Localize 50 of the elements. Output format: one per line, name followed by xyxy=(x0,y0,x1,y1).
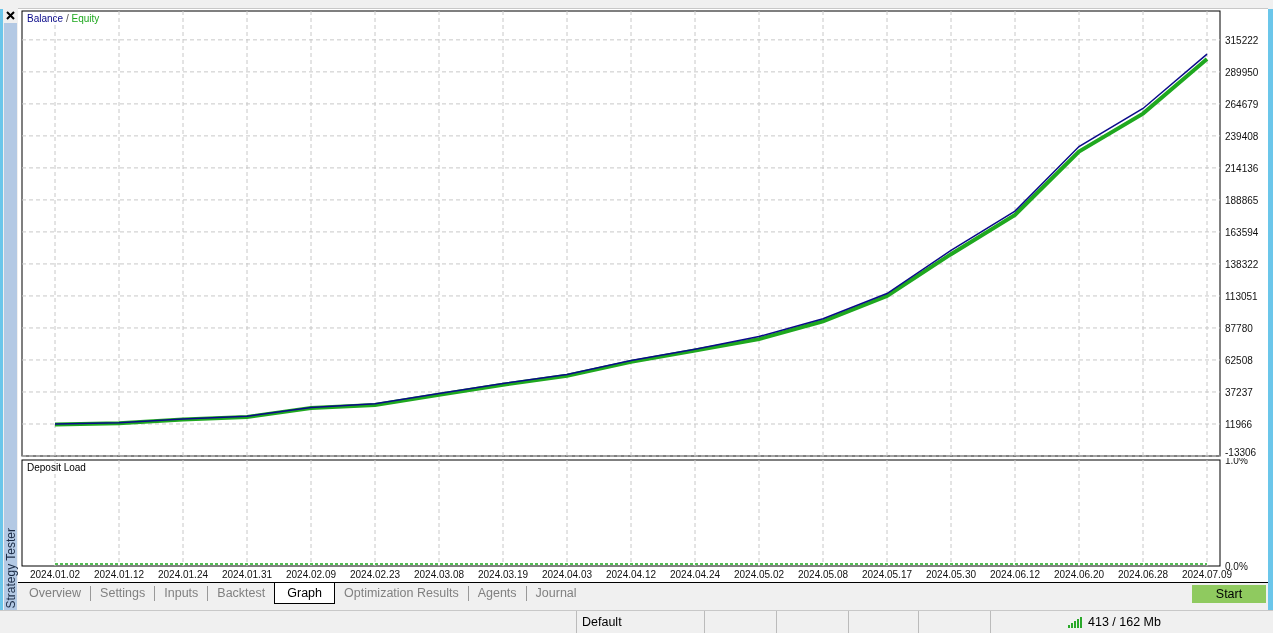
axis-tick-label: 2024.03.19 xyxy=(477,569,529,580)
tab[interactable]: Settings xyxy=(90,586,155,601)
close-icon[interactable] xyxy=(6,11,15,20)
axis-tick-label: 264679 xyxy=(1225,98,1259,110)
axis-tick-label: 2024.05.02 xyxy=(733,569,785,580)
axis-tick-label: 2024.07.09 xyxy=(1181,569,1233,580)
axis-tick-label: 2024.01.02 xyxy=(29,569,81,580)
axis-tick-label: 11966 xyxy=(1225,419,1253,430)
tab[interactable]: Graph xyxy=(274,583,335,604)
start-button[interactable]: Start xyxy=(1192,585,1266,603)
axis-tick-label: 2024.06.28 xyxy=(1117,569,1169,580)
panel-title: Strategy Tester xyxy=(3,527,18,608)
axis-tick-label: 0.0% xyxy=(1225,561,1248,572)
signal-icon xyxy=(1068,616,1083,628)
axis-tick-label: 239408 xyxy=(1225,130,1259,142)
axis-tick-label: 289950 xyxy=(1225,66,1259,78)
axis-tick-label: 2024.03.08 xyxy=(413,569,465,580)
axis-tick-label: 2024.04.03 xyxy=(541,569,593,580)
axis-tick-label: 2024.02.09 xyxy=(285,569,337,580)
axis-tick-label: 2024.05.30 xyxy=(925,569,977,580)
axis-tick-label: 87780 xyxy=(1225,322,1253,334)
axis-tick-label: 113051 xyxy=(1225,290,1258,302)
tab[interactable]: Optimization Results xyxy=(335,586,468,601)
axis-tick-label: 315222 xyxy=(1225,34,1259,46)
axis-tick-label: 214136 xyxy=(1225,162,1259,174)
axis-tick-label: -13306 xyxy=(1225,447,1257,458)
text: Balance xyxy=(27,13,64,24)
axis-tick-label: 163594 xyxy=(1225,226,1259,238)
status-text: Default xyxy=(582,615,622,629)
axis-tick-label: 2024.01.31 xyxy=(221,569,273,580)
text: Equity xyxy=(71,13,100,24)
tab[interactable]: Agents xyxy=(467,586,526,601)
axis-tick-label: 138322 xyxy=(1225,258,1259,270)
axis-tick-label: 2024.06.20 xyxy=(1053,569,1105,580)
axis-tick-label: 2024.01.12 xyxy=(93,569,145,580)
tab[interactable]: Journal xyxy=(525,586,586,601)
axis-tick-label: 2024.05.17 xyxy=(861,569,913,580)
tab[interactable]: Overview xyxy=(20,586,91,601)
axis-tick-label: 2024.02.23 xyxy=(349,569,401,580)
axis-tick-label: 62508 xyxy=(1225,354,1253,366)
axis-tick-label: 2024.01.24 xyxy=(157,569,209,580)
chart-title: Deposit Load xyxy=(27,462,86,473)
axis-tick-label: 2024.04.12 xyxy=(605,569,657,580)
axis-tick-label: 2024.06.12 xyxy=(989,569,1041,580)
tab[interactable]: Inputs xyxy=(154,586,208,601)
memory-status: 413 / 162 Mb xyxy=(1088,615,1161,629)
axis-tick-label: 2024.05.08 xyxy=(797,569,849,580)
axis-tick-label: 37237 xyxy=(1225,387,1253,398)
axis-tick-label: 188865 xyxy=(1225,194,1259,206)
axis-tick-label: 2024.04.24 xyxy=(669,569,721,580)
